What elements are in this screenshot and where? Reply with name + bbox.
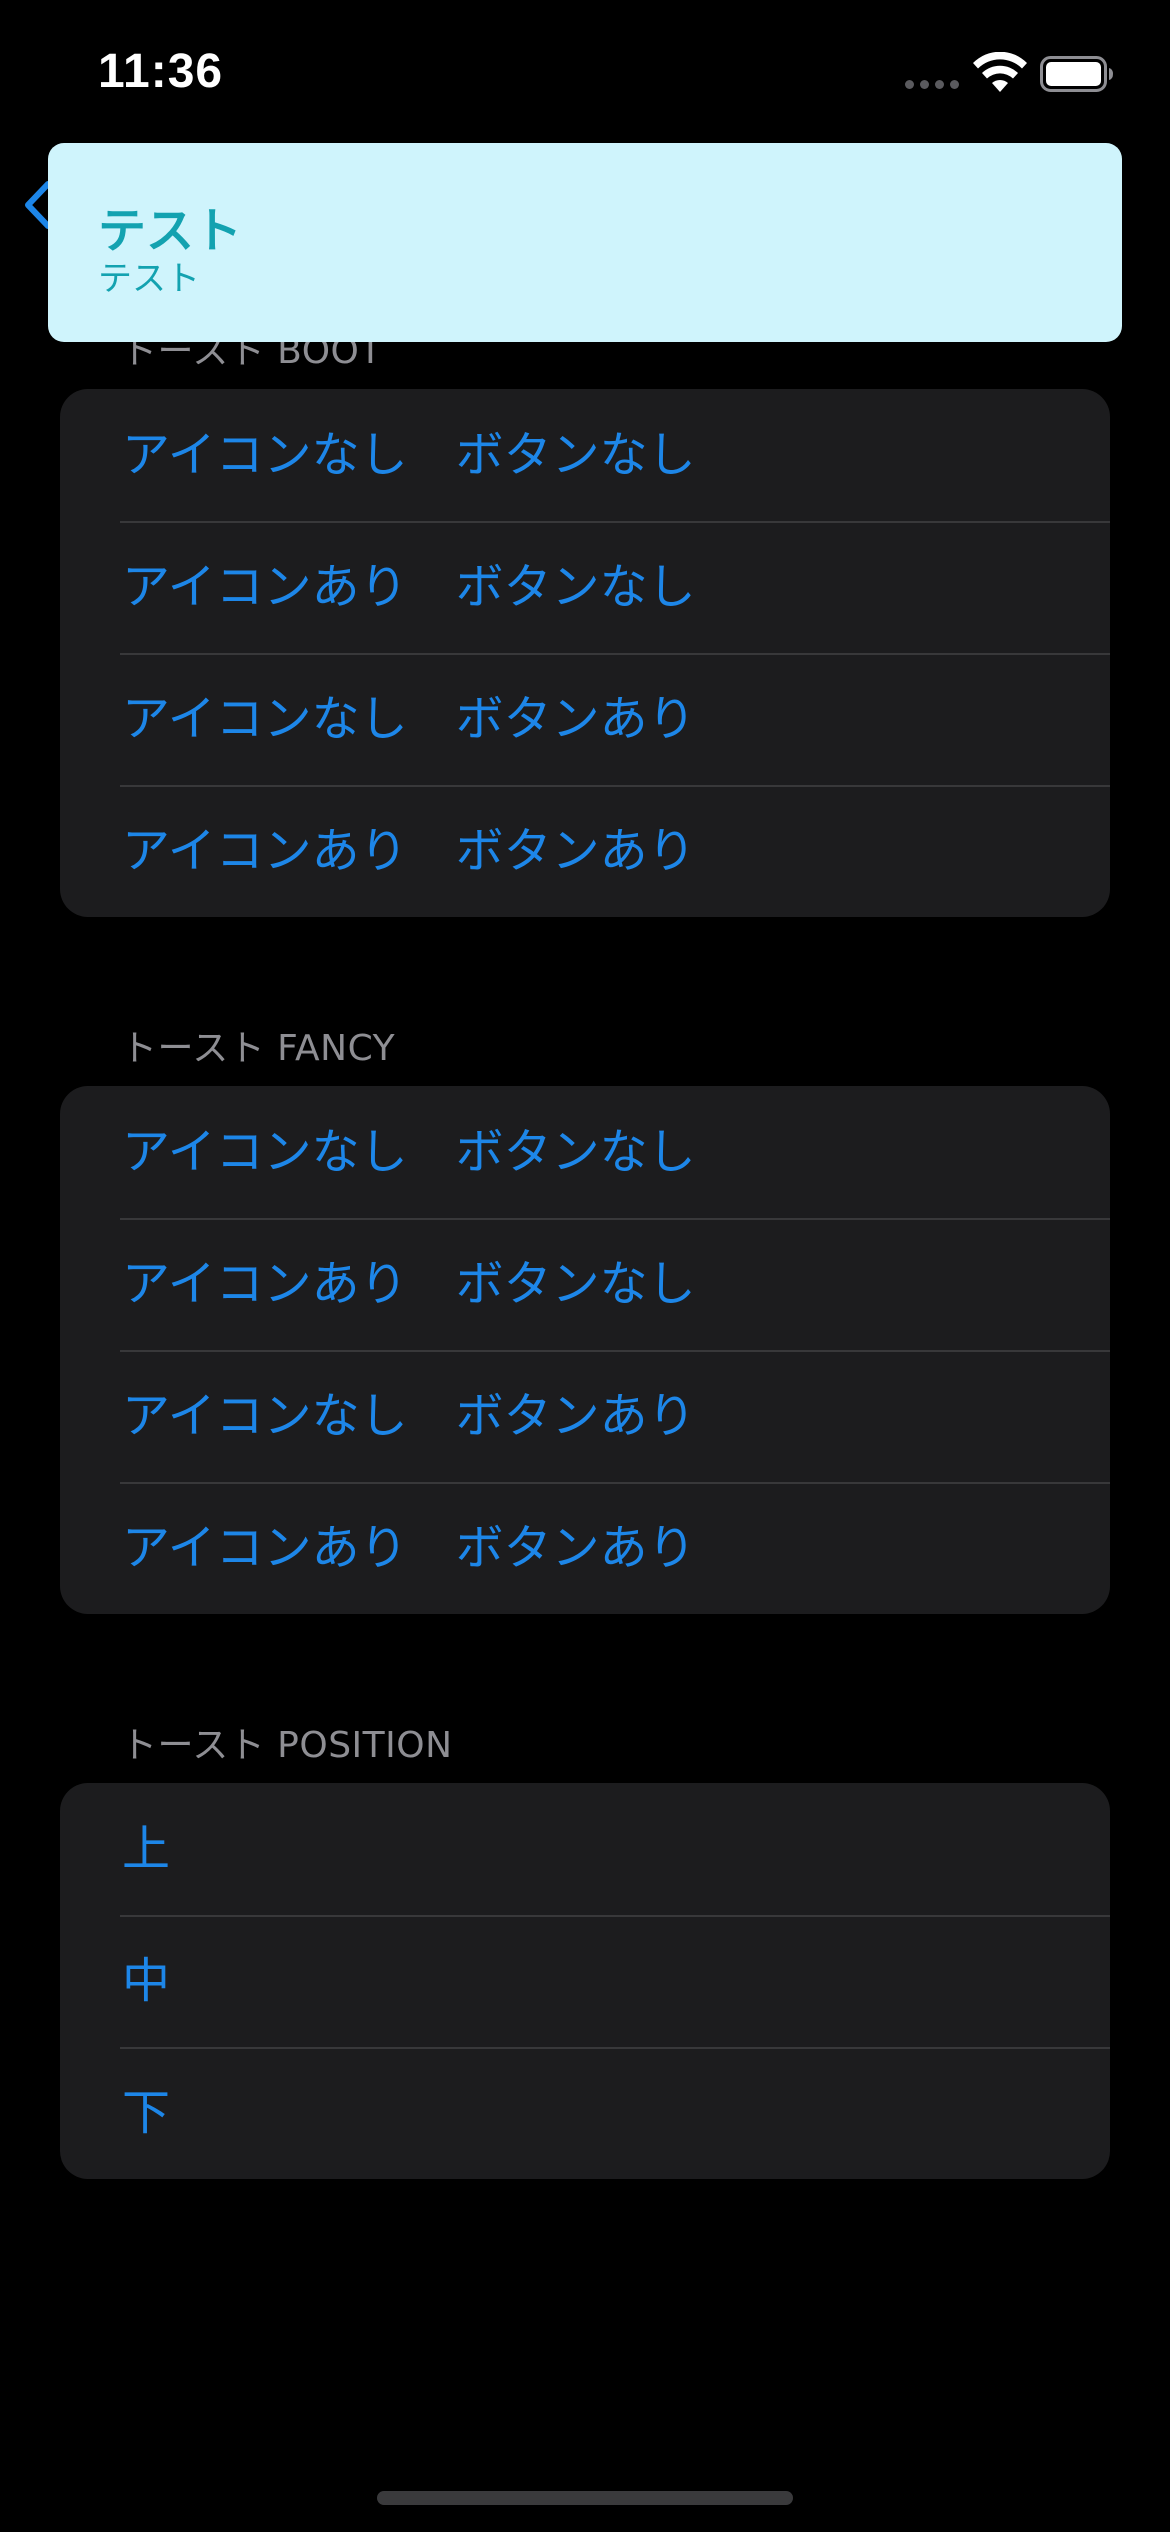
cellular-signal-icon — [905, 80, 959, 90]
section-header-position: トースト POSITION — [121, 1725, 453, 1766]
list-item-label: アイコンなし ボタンあり — [122, 1388, 696, 1444]
status-bar: 11:36 — [0, 0, 1170, 140]
status-time: 11:36 — [98, 45, 224, 98]
list-item[interactable]: アイコンなし ボタンなし — [60, 1086, 1110, 1218]
list-item[interactable]: アイコンあり ボタンなし — [60, 1218, 1110, 1350]
section-header-fancy: トースト FANCY — [121, 1028, 396, 1069]
list-item[interactable]: アイコンあり ボタンあり — [60, 785, 1110, 917]
list-item-label: アイコンあり ボタンなし — [122, 559, 696, 615]
list-item[interactable]: アイコンなし ボタンなし — [60, 389, 1110, 521]
list-item-label: アイコンあり ボタンなし — [122, 1256, 696, 1312]
list-item-label: 中 — [122, 1953, 171, 2009]
list-item[interactable]: アイコンなし ボタンあり — [60, 1350, 1110, 1482]
toast-banner[interactable]: テスト テスト — [48, 143, 1122, 342]
list-item-label: 下 — [122, 2085, 171, 2141]
list-item[interactable]: アイコンあり ボタンあり — [60, 1482, 1110, 1614]
list-item[interactable]: 上 — [60, 1783, 1110, 1915]
list-item-label: アイコンなし ボタンなし — [122, 427, 696, 483]
list-item[interactable]: アイコンなし ボタンあり — [60, 653, 1110, 785]
list-item[interactable]: アイコンあり ボタンなし — [60, 521, 1110, 653]
list-item-label: 上 — [122, 1821, 171, 1877]
toast-subtitle: テスト — [98, 259, 200, 299]
list-group-position: 上 中 下 — [60, 1783, 1110, 2179]
list-item[interactable]: 下 — [60, 2047, 1110, 2179]
list-item-label: アイコンあり ボタンあり — [122, 1520, 696, 1576]
list-group-boot: アイコンなし ボタンなし アイコンあり ボタンなし アイコンなし ボタンあり ア… — [60, 389, 1110, 917]
list-item-label: アイコンなし ボタンなし — [122, 1124, 696, 1180]
home-indicator[interactable] — [377, 2491, 793, 2505]
list-item[interactable]: 中 — [60, 1915, 1110, 2047]
battery-full-icon — [1040, 56, 1113, 92]
list-item-label: アイコンなし ボタンあり — [122, 691, 696, 747]
list-group-fancy: アイコンなし ボタンなし アイコンあり ボタンなし アイコンなし ボタンあり ア… — [60, 1086, 1110, 1614]
wifi-icon — [973, 52, 1027, 92]
list-item-label: アイコンあり ボタンあり — [122, 823, 696, 879]
